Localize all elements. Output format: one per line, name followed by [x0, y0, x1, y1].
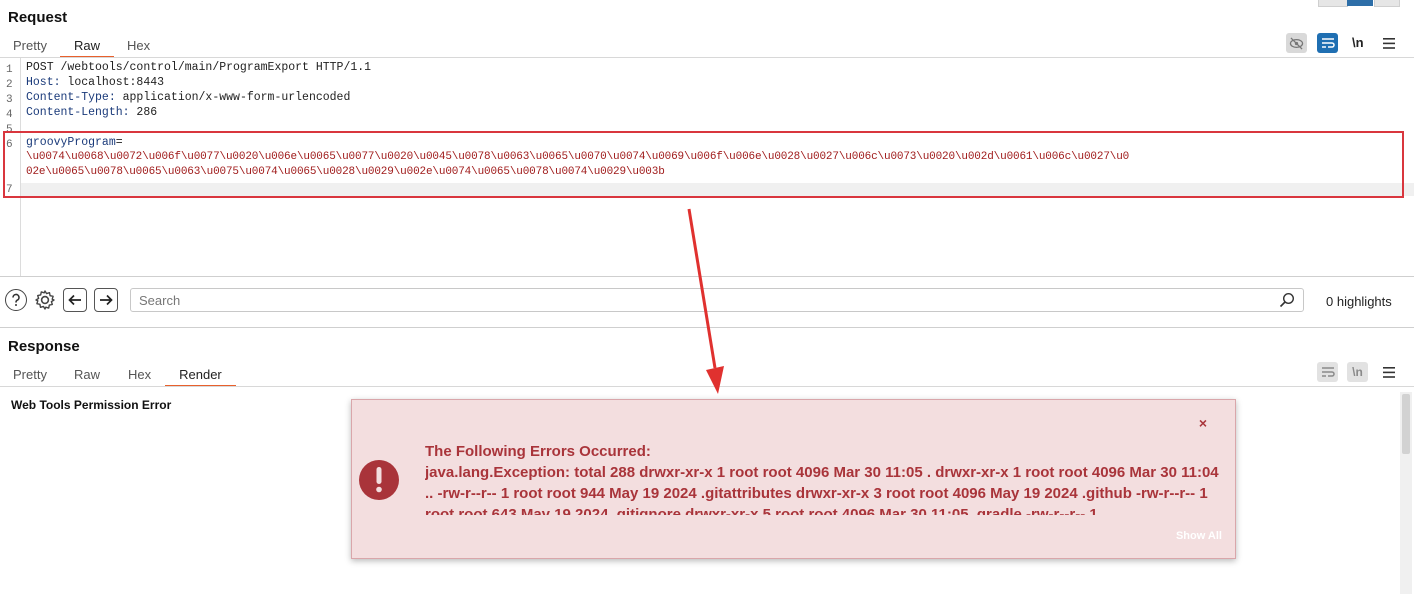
- header-content-length[interactable]: Content-Length: 286: [26, 106, 157, 119]
- tab-hex[interactable]: Hex: [114, 364, 165, 386]
- newline-toggle[interactable]: \n: [1352, 35, 1364, 50]
- tab-hex[interactable]: Hex: [114, 35, 163, 57]
- tab-pretty[interactable]: Pretty: [0, 35, 60, 57]
- view-toggle-left[interactable]: [1318, 0, 1348, 7]
- wrap-lines-icon[interactable]: [1317, 362, 1338, 382]
- alert-content: The Following Errors Occurred: java.lang…: [425, 441, 1225, 515]
- highlights-count: 0 highlights: [1326, 294, 1392, 309]
- line-number: 2: [6, 79, 13, 91]
- request-line[interactable]: POST /webtools/control/main/ProgramExpor…: [26, 61, 371, 74]
- help-icon[interactable]: [5, 289, 27, 311]
- annotation-arrow: [687, 208, 724, 394]
- arrow-left-icon[interactable]: [63, 288, 87, 312]
- highlight-box: [3, 131, 1404, 198]
- line-number: 4: [6, 109, 13, 121]
- show-all-link[interactable]: Show All: [1176, 530, 1222, 542]
- tab-raw[interactable]: Raw: [60, 364, 114, 386]
- newline-toggle[interactable]: \n: [1347, 362, 1368, 382]
- arrow-right-icon[interactable]: [94, 288, 118, 312]
- menu-icon[interactable]: [1382, 37, 1396, 49]
- eye-slash-icon[interactable]: [1286, 33, 1307, 53]
- alert-title: The Following Errors Occurred:: [425, 443, 651, 460]
- line-number: 1: [6, 64, 13, 76]
- request-title: Request: [8, 9, 68, 26]
- close-icon[interactable]: ×: [1199, 415, 1207, 431]
- request-tabs: Pretty Raw Hex: [0, 35, 163, 58]
- tab-pretty[interactable]: Pretty: [0, 364, 60, 386]
- tab-raw[interactable]: Raw: [59, 35, 114, 58]
- alert-message: java.lang.Exception: total 288 drwxr-xr-…: [425, 464, 1219, 515]
- search-icon[interactable]: [1279, 292, 1295, 313]
- response-title: Response: [8, 338, 80, 355]
- line-number: 3: [6, 94, 13, 106]
- header-host[interactable]: Host: localhost:8443: [26, 76, 164, 89]
- exclamation-circle-icon: [359, 460, 399, 500]
- view-toggle-right[interactable]: [1374, 0, 1400, 7]
- header-content-type[interactable]: Content-Type: application/x-www-form-url…: [26, 91, 350, 104]
- scrollbar-thumb[interactable]: [1402, 394, 1410, 454]
- gear-icon[interactable]: [33, 288, 57, 312]
- wrap-lines-icon[interactable]: [1317, 33, 1338, 53]
- error-alert: × The Following Errors Occurred: java.la…: [351, 399, 1236, 559]
- tab-render[interactable]: Render: [165, 364, 236, 387]
- menu-icon[interactable]: [1382, 366, 1396, 378]
- page-heading: Web Tools Permission Error: [11, 398, 172, 412]
- view-toggle-active[interactable]: [1347, 0, 1373, 6]
- response-tabs: Pretty Raw Hex Render: [0, 364, 236, 387]
